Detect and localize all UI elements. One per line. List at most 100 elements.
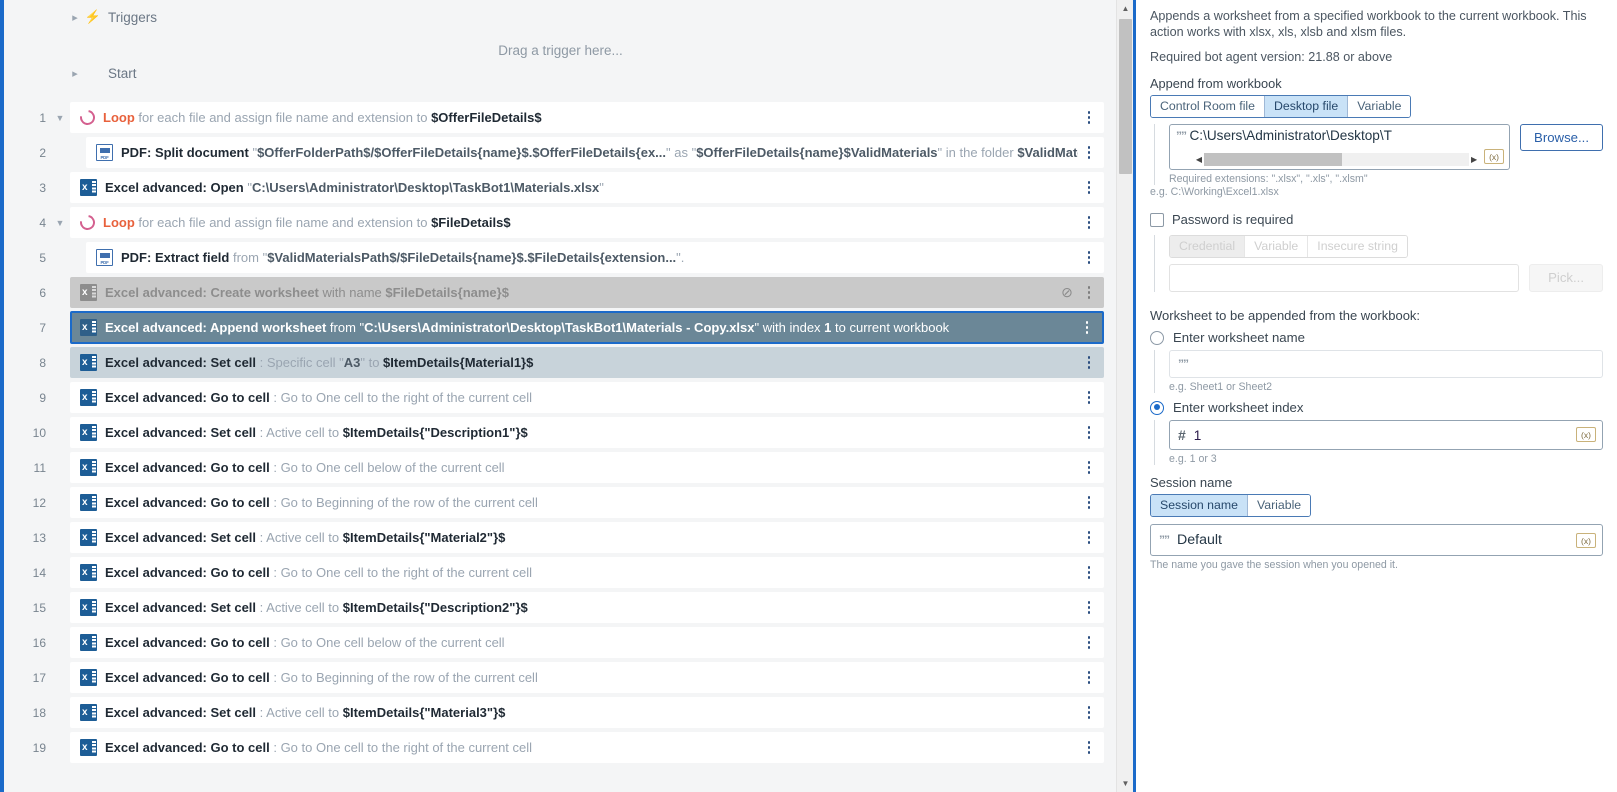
insert-variable-icon[interactable]: (x) — [1576, 427, 1596, 442]
table-row[interactable]: 19 Excel advanced: Go to cell : Go to One… — [4, 730, 1117, 765]
table-row[interactable]: 18 Excel advanced: Set cell : Active cell… — [4, 695, 1117, 730]
action-text: Excel advanced: Set cell : Specific cell… — [105, 355, 534, 370]
action-text: Excel advanced: Create worksheet with na… — [105, 285, 509, 300]
row-menu-icon[interactable] — [1076, 316, 1098, 340]
radio-enter-worksheet-name[interactable] — [1150, 330, 1164, 345]
radio-enter-worksheet-index[interactable] — [1150, 400, 1164, 415]
row-menu-icon[interactable] — [1078, 176, 1100, 200]
action-card[interactable]: Excel advanced: Append worksheet from "C… — [70, 311, 1104, 344]
flow-vertical-scrollbar[interactable]: ▲ ▼ — [1116, 0, 1133, 792]
excel-icon — [80, 284, 97, 301]
action-card[interactable]: Excel advanced: Go to cell : Go to One c… — [70, 382, 1104, 413]
browse-button[interactable]: Browse... — [1520, 124, 1603, 151]
tab-desktop-file[interactable]: Desktop file — [1265, 96, 1349, 117]
tab-control-room-file[interactable]: Control Room file — [1151, 96, 1265, 117]
row-menu-icon[interactable] — [1078, 106, 1100, 130]
row-menu-icon[interactable] — [1078, 456, 1100, 480]
action-card[interactable]: Excel advanced: Go to cell : Go to One c… — [70, 557, 1104, 588]
table-row[interactable]: 13 Excel advanced: Set cell : Active cell… — [4, 520, 1117, 555]
table-row[interactable]: 6 Excel advanced: Create worksheet with n… — [4, 275, 1117, 310]
table-row[interactable]: 14 Excel advanced: Go to cell : Go to One… — [4, 555, 1117, 590]
source-type-tabs[interactable]: Control Room file Desktop file Variable — [1150, 95, 1412, 118]
row-menu-icon[interactable] — [1078, 211, 1100, 235]
tab-variable[interactable]: Variable — [1348, 96, 1411, 117]
row-menu-icon[interactable] — [1078, 491, 1100, 515]
chevron-down-icon[interactable]: ▼ — [50, 113, 70, 123]
row-menu-icon[interactable] — [1078, 281, 1100, 305]
radio-row-worksheet-name[interactable]: Enter worksheet name — [1150, 330, 1603, 345]
chevron-down-icon[interactable]: ▼ — [50, 218, 70, 228]
action-text: Excel advanced: Go to cell : Go to One c… — [105, 740, 533, 755]
table-row[interactable]: 8 Excel advanced: Set cell : Specific cel… — [4, 345, 1117, 380]
table-row[interactable]: 17 Excel advanced: Go to cell : Go to Beg… — [4, 660, 1117, 695]
row-menu-icon[interactable] — [1078, 701, 1100, 725]
insert-variable-icon[interactable]: (x) — [1576, 533, 1596, 548]
row-menu-icon[interactable] — [1078, 141, 1100, 165]
action-text: Excel advanced: Set cell : Active cell t… — [105, 600, 528, 615]
action-card[interactable]: Excel advanced: Go to cell : Go to One c… — [70, 627, 1104, 658]
scroll-right-icon[interactable]: ▶ — [1469, 155, 1479, 164]
action-card[interactable]: Excel advanced: Go to cell : Go to One c… — [70, 732, 1104, 763]
file-path-input[interactable]: ”” C:\Users\Administrator\Desktop\T ◀ ▶ … — [1169, 124, 1511, 170]
action-card[interactable]: PDF: Extract field from "$ValidMaterials… — [86, 242, 1104, 273]
start-header[interactable]: ▸ Start — [4, 56, 1117, 90]
action-card[interactable]: Loop for each file and assign file name … — [70, 102, 1104, 133]
action-card[interactable]: Excel advanced: Set cell : Active cell t… — [70, 522, 1104, 553]
table-row[interactable]: 12 Excel advanced: Go to cell : Go to Beg… — [4, 485, 1117, 520]
table-row[interactable]: 5 PDF: Extract field from "$ValidMaterial… — [4, 240, 1117, 275]
password-required-row[interactable]: Password is required — [1150, 212, 1603, 227]
radio-row-worksheet-index[interactable]: Enter worksheet index — [1150, 400, 1603, 415]
row-menu-icon[interactable] — [1078, 631, 1100, 655]
insert-variable-icon[interactable]: (x) — [1484, 149, 1505, 164]
table-row[interactable]: 3 Excel advanced: Open "C:\Users\Administ… — [4, 170, 1117, 205]
row-menu-icon[interactable] — [1078, 736, 1100, 760]
loop-icon — [77, 107, 98, 128]
triggers-header[interactable]: ▸ ⚡ Triggers — [4, 0, 1117, 34]
file-path-hscrollbar[interactable]: ◀ ▶ — [1194, 153, 1479, 166]
action-card[interactable]: Loop for each file and assign file name … — [70, 207, 1104, 238]
action-card[interactable]: Excel advanced: Create worksheet with na… — [70, 277, 1104, 308]
password-required-checkbox[interactable] — [1150, 212, 1164, 227]
row-menu-icon[interactable] — [1078, 246, 1100, 270]
session-type-tabs[interactable]: Session name Variable — [1150, 494, 1312, 517]
tab-session-variable[interactable]: Variable — [1247, 495, 1311, 516]
action-card[interactable]: Excel advanced: Go to cell : Go to Begin… — [70, 662, 1104, 693]
row-menu-icon[interactable] — [1078, 351, 1100, 375]
hscroll-track[interactable] — [1204, 153, 1470, 166]
row-menu-icon[interactable] — [1078, 666, 1100, 690]
row-menu-icon[interactable] — [1078, 596, 1100, 620]
action-card[interactable]: Excel advanced: Set cell : Active cell t… — [70, 417, 1104, 448]
scroll-left-icon[interactable]: ◀ — [1194, 155, 1204, 164]
excel-icon — [80, 494, 97, 511]
row-number: 15 — [32, 600, 46, 615]
scrollbar-thumb[interactable] — [1119, 19, 1132, 174]
worksheet-name-input[interactable]: ”” — [1169, 350, 1603, 378]
table-row[interactable]: 1 ▼ Loop for each file and assign file nam… — [4, 100, 1117, 135]
scroll-up-icon[interactable]: ▲ — [1117, 0, 1133, 17]
row-number: 6 — [39, 285, 46, 300]
table-row[interactable]: 16 Excel advanced: Go to cell : Go to One… — [4, 625, 1117, 660]
action-card[interactable]: Excel advanced: Go to cell : Go to Begin… — [70, 487, 1104, 518]
hscroll-thumb[interactable] — [1204, 153, 1342, 166]
table-row[interactable]: 10 Excel advanced: Set cell : Active cell… — [4, 415, 1117, 450]
table-row[interactable]: 9 Excel advanced: Go to cell : Go to One … — [4, 380, 1117, 415]
action-card[interactable]: PDF: Split document "$OfferFolderPath$/$… — [86, 137, 1104, 168]
row-menu-icon[interactable] — [1078, 386, 1100, 410]
worksheet-index-input[interactable]: # 1 (x) — [1169, 420, 1603, 450]
action-card[interactable]: Excel advanced: Go to cell : Go to One c… — [70, 452, 1104, 483]
row-menu-icon[interactable] — [1078, 421, 1100, 445]
scroll-down-icon[interactable]: ▼ — [1117, 775, 1133, 792]
session-name-input[interactable]: ”” Default (x) — [1150, 524, 1603, 556]
row-menu-icon[interactable] — [1078, 526, 1100, 550]
table-row[interactable]: 2 PDF: Split document "$OfferFolderPath$/… — [4, 135, 1117, 170]
action-card[interactable]: Excel advanced: Set cell : Specific cell… — [70, 347, 1104, 378]
row-menu-icon[interactable] — [1078, 561, 1100, 585]
action-card[interactable]: Excel advanced: Set cell : Active cell t… — [70, 592, 1104, 623]
table-row[interactable]: 15 Excel advanced: Set cell : Active cell… — [4, 590, 1117, 625]
tab-session-name[interactable]: Session name — [1151, 495, 1248, 516]
action-card[interactable]: Excel advanced: Open "C:\Users\Administr… — [70, 172, 1104, 203]
table-row[interactable]: 4 ▼ Loop for each file and assign file nam… — [4, 205, 1117, 240]
table-row[interactable]: 11 Excel advanced: Go to cell : Go to One… — [4, 450, 1117, 485]
action-card[interactable]: Excel advanced: Set cell : Active cell t… — [70, 697, 1104, 728]
table-row[interactable]: 7 Excel advanced: Append worksheet from "… — [4, 310, 1117, 345]
